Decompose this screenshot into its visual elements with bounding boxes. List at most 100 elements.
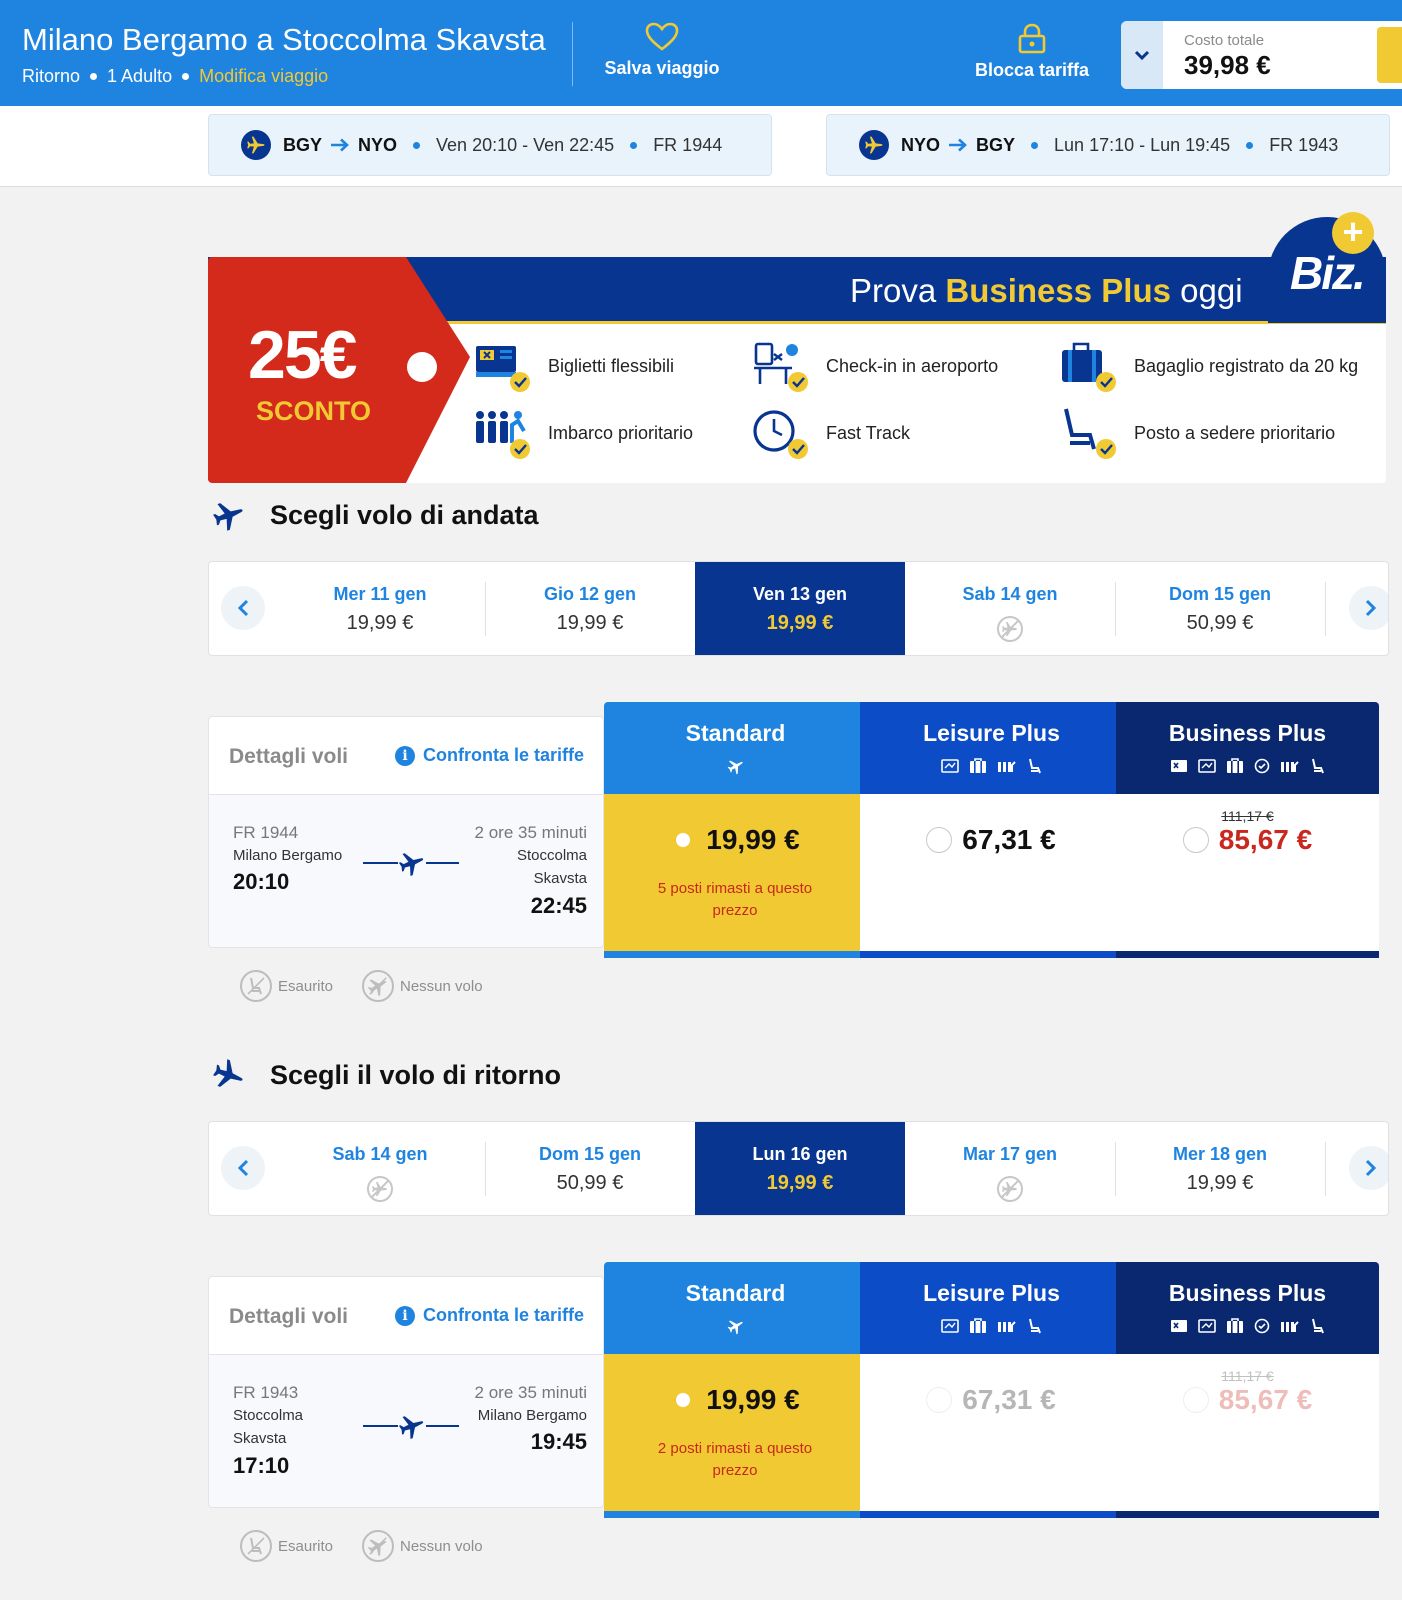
date-option[interactable]: Gio 12 gen 19,99 € [485, 562, 695, 655]
fare-price: 67,31 € [962, 1384, 1056, 1415]
date-option-selected[interactable]: Lun 16 gen 19,99 € [695, 1122, 905, 1215]
leg-flight-number: FR 1943 [1269, 134, 1339, 155]
date-option[interactable]: Dom 15 gen 50,99 € [1115, 562, 1325, 655]
fare-business-plus[interactable]: Business Plus 111,17 € 85,67 € [1116, 1262, 1379, 1518]
date-divider [1325, 1142, 1326, 1196]
legend-no-flight: Nessun volo [362, 1530, 483, 1562]
date-price: 19,99 € [766, 612, 834, 634]
suitcase-icon [1062, 342, 1116, 392]
compare-fares-link[interactable]: i Confronta le tariffe [395, 745, 584, 766]
radio-unselected[interactable] [926, 827, 953, 853]
radio-selected[interactable] [670, 827, 697, 853]
fare-standard-header: Standard [604, 1262, 867, 1354]
business-plus-promo[interactable]: Prova Business Plus oggi Biz. + 25€ SCON… [208, 212, 1386, 483]
sold-out-icon [240, 1530, 272, 1562]
original-price: 111,17 € [1221, 808, 1274, 824]
fare-standard[interactable]: Standard 19,99 € 5 posti rimasti a quest… [604, 702, 867, 958]
fare-price-option[interactable]: 19,99 € [604, 1384, 866, 1416]
perk-label: Bagaglio registrato da 20 kg [1134, 355, 1359, 376]
fare-leisure-plus[interactable]: Leisure Plus 67,31 € [860, 1262, 1123, 1518]
outbound-leg-chip[interactable]: BGY NYO Ven 20:10 - Ven 22:45 FR 1944 [208, 114, 772, 176]
date-option[interactable]: Sab 14 gen [275, 1122, 485, 1215]
seat-icon [1311, 758, 1324, 774]
date-option-selected[interactable]: Ven 13 gen 19,99 € [695, 562, 905, 655]
fare-standard-header: Standard [604, 702, 867, 794]
heart-icon [645, 22, 679, 51]
outbound-fare-table: Dettagli voli i Confronta le tariffe FR … [208, 702, 1389, 962]
fare-leisure-plus[interactable]: Leisure Plus 67,31 € [860, 702, 1123, 958]
promo-accent-line [438, 321, 1386, 324]
compare-fares-link[interactable]: i Confronta le tariffe [395, 1305, 584, 1326]
suitcase-icon [969, 1318, 986, 1333]
fare-price-option[interactable]: 85,67 € [1116, 824, 1379, 856]
fare-leisure-header: Leisure Plus [860, 1262, 1123, 1354]
fare-bottom-bar [604, 1511, 867, 1518]
chevron-right-icon [1365, 1159, 1377, 1177]
flight-details-card: Dettagli voli i Confronta le tariffe FR … [208, 1276, 604, 1508]
return-leg-chip[interactable]: NYO BGY Lun 17:10 - Lun 19:45 FR 1943 [826, 114, 1390, 176]
continue-button[interactable] [1377, 27, 1402, 83]
plane-icon [398, 1412, 426, 1440]
date-label: Sab 14 gen [962, 584, 1058, 604]
top-bar: Milano Bergamo a Stoccolma Skavsta Ritor… [0, 0, 1402, 106]
trip-summary: Ritorno 1 Adulto Modifica viaggio [22, 66, 328, 87]
date-option[interactable]: Mer 18 gen 19,99 € [1115, 1122, 1325, 1215]
fare-business-plus[interactable]: Business Plus 111,17 € 85,67 € [1116, 702, 1379, 958]
suitcase-icon [1226, 758, 1243, 773]
destination-airport: Milano Bergamo [477, 1407, 587, 1424]
flight-details-header: Dettagli voli i Confronta le tariffe [209, 717, 603, 795]
no-flight-icon [362, 970, 394, 1002]
fare-price-option[interactable]: 67,31 € [860, 824, 1122, 856]
origin-airport-line2: Skavsta [233, 1430, 287, 1447]
outbound-date-carousel: Mer 11 gen 19,99 € Gio 12 gen 19,99 € Ve… [208, 561, 1389, 656]
date-option[interactable]: Mer 11 gen 19,99 € [275, 562, 485, 655]
date-option[interactable]: Mar 17 gen [905, 1122, 1115, 1215]
carousel-prev-button[interactable] [221, 1146, 265, 1190]
perk-airport-checkin: Check-in in aeroporto [752, 338, 998, 394]
fare-name: Standard [685, 720, 786, 746]
legend-no-flight: Nessun volo [362, 970, 483, 1002]
date-label: Dom 15 gen [538, 1144, 642, 1164]
date-option[interactable]: Dom 15 gen 50,99 € [485, 1122, 695, 1215]
fare-standard[interactable]: Standard 19,99 € 2 posti rimasti a quest… [604, 1262, 867, 1518]
info-icon: i [395, 745, 415, 766]
total-expand-toggle[interactable] [1121, 21, 1163, 89]
carousel-next-button[interactable] [1349, 1146, 1388, 1190]
compare-fares-label: Confronta le tariffe [423, 1305, 585, 1325]
fare-bottom-bar [604, 951, 867, 958]
fare-name: Leisure Plus [923, 720, 1060, 746]
date-price: 50,99 € [556, 1172, 624, 1194]
no-flight-icon [367, 1176, 393, 1202]
fare-bottom-bar [1116, 1511, 1379, 1518]
legend-label: Esaurito [278, 977, 334, 995]
leg-to: NYO [358, 134, 398, 155]
flight-number: FR 1944 [233, 823, 299, 842]
plane-icon [727, 1320, 743, 1335]
chevron-right-icon [1365, 599, 1377, 617]
edit-trip-link[interactable]: Modifica viaggio [199, 66, 328, 87]
lock-fare-button[interactable]: Blocca tariffa [952, 22, 1112, 81]
return-date-carousel: Sab 14 gen Dom 15 gen 50,99 € Lun 16 gen… [208, 1121, 1389, 1216]
ticket-icon [1197, 1319, 1216, 1333]
fare-price-option[interactable]: 19,99 € [604, 824, 866, 856]
perk-fast-track: Fast Track [752, 405, 910, 461]
fare-business-body: 111,17 € 85,67 € [1116, 794, 1379, 951]
carousel-prev-button[interactable] [221, 586, 265, 630]
leg-times: Lun 17:10 - Lun 19:45 [1054, 134, 1231, 155]
seats-left-notice: 5 posti rimasti a questo prezzo [657, 880, 813, 919]
save-trip-button[interactable]: Salva viaggio [582, 22, 742, 79]
radio-selected[interactable] [670, 1387, 697, 1413]
date-option[interactable]: Sab 14 gen [905, 562, 1115, 655]
flexible-ticket-icon [476, 346, 530, 392]
fast-track-icon [1254, 758, 1269, 774]
chevron-down-icon [1134, 50, 1150, 61]
departure-plane-icon [213, 503, 243, 531]
carousel-next-button[interactable] [1349, 586, 1388, 630]
promo-title-prefix: Prova [850, 272, 937, 309]
radio-unselected[interactable] [1182, 827, 1209, 853]
seat-icon [1028, 1318, 1041, 1334]
date-price: 19,99 € [766, 1172, 834, 1194]
perk-label: Imbarco prioritario [548, 422, 694, 443]
departure-time: 17:10 [233, 1453, 290, 1478]
fare-features [860, 757, 1123, 775]
